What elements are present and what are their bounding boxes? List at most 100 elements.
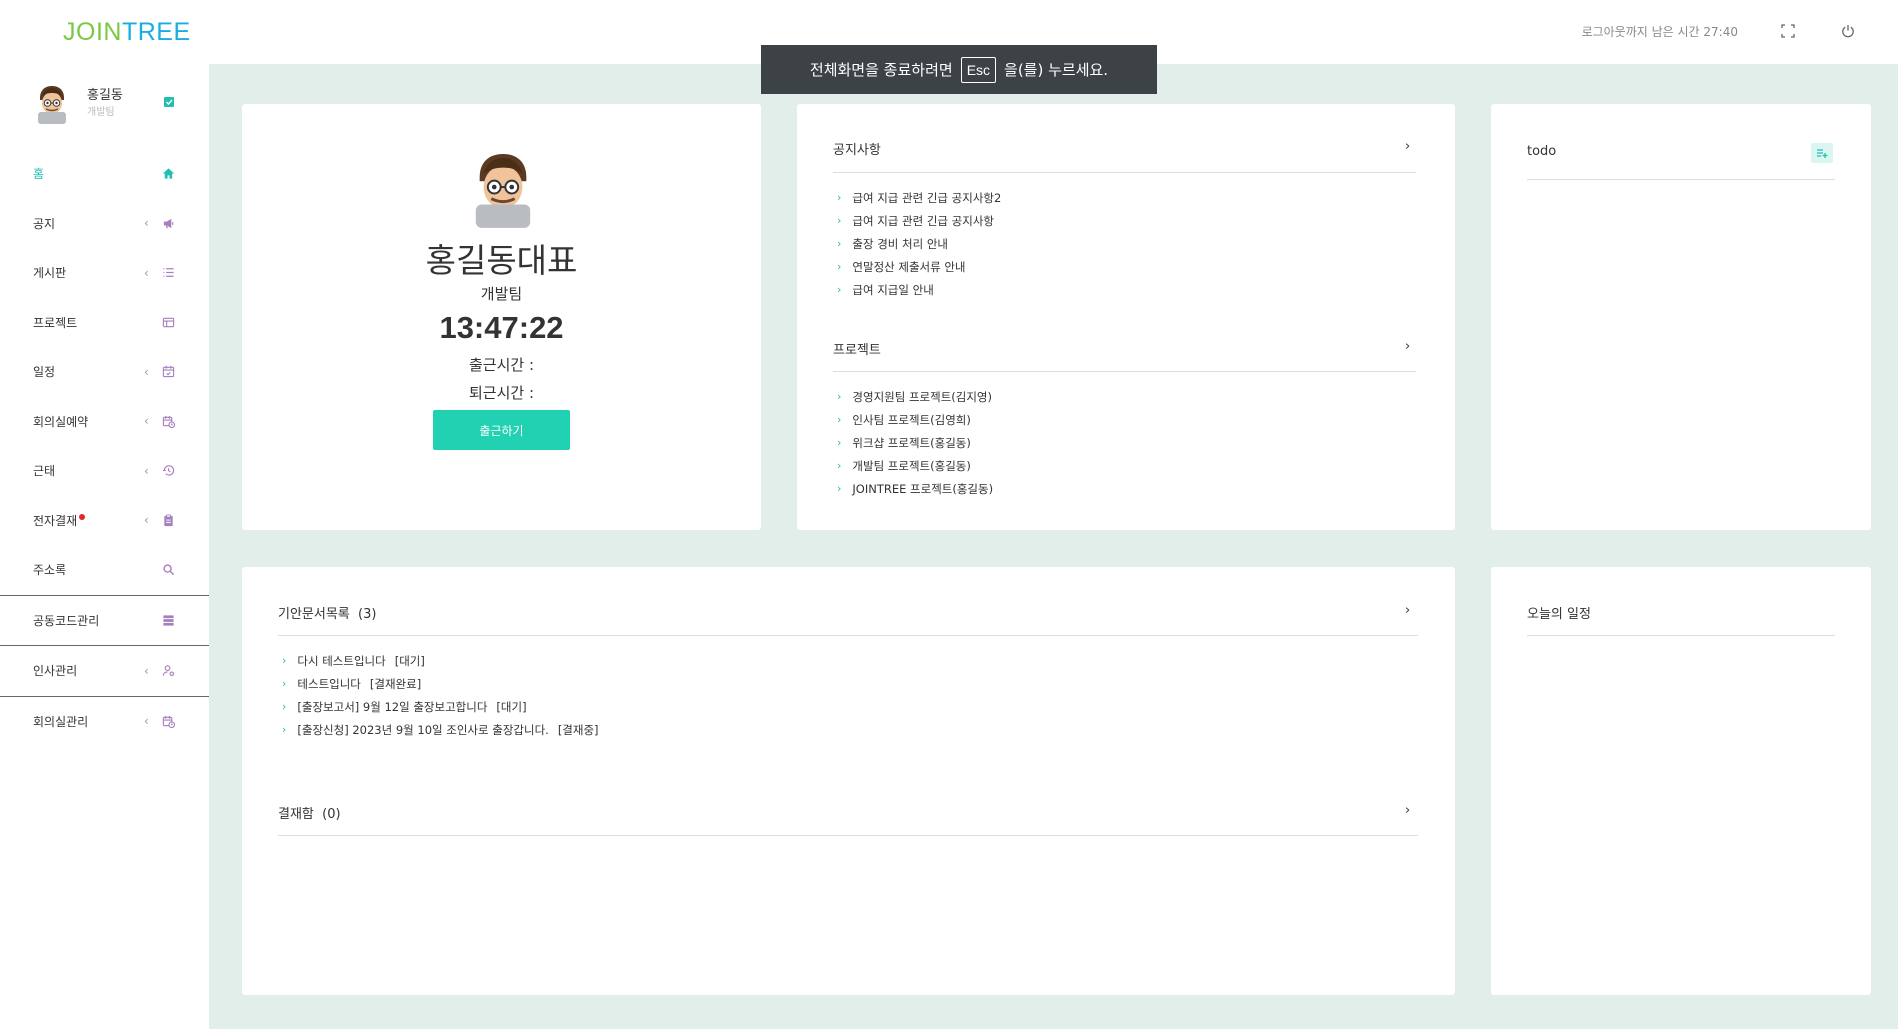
list-item[interactable]: › 급여 지급 관련 긴급 공지사항2: [837, 186, 1001, 209]
chevron-right-icon[interactable]: ›: [1405, 339, 1410, 354]
todo-title: todo: [1527, 144, 1557, 159]
list-item[interactable]: › 연말정산 제출서류 안내: [837, 255, 1001, 278]
calendar-clock-icon: [160, 413, 176, 429]
chevron-right-icon[interactable]: ›: [1405, 803, 1410, 818]
home-icon: [160, 166, 176, 182]
schedule-title: 오늘의 일정: [1527, 607, 1591, 622]
checkout-time-label: 퇴근시간 :: [468, 384, 535, 402]
documents-card: 기안문서목록 (3) › › 다시 테스트입니다 [대기] › 테스트입니다 [결재완료…: [242, 567, 1455, 995]
chevron-right-icon: ›: [282, 700, 287, 713]
sidebar-item-label: 인사관리: [33, 664, 78, 679]
sidebar-item-label: 홈: [33, 167, 45, 182]
sidebar-item-notice[interactable]: 공지 ‹: [0, 199, 209, 249]
approvals-count: (0): [322, 807, 341, 822]
list-item[interactable]: › JOINTREE 프로젝트(홍길동): [837, 477, 993, 500]
logo-part-tree: TREE: [121, 18, 191, 46]
list-item[interactable]: › 테스트입니다 [결재완료]: [282, 672, 599, 695]
sidebar-item-label: 회의실예약: [33, 414, 89, 429]
sidebar-item-label: 주소록: [33, 563, 67, 578]
user-display-name: 홍길동대표: [425, 241, 578, 280]
user-team: 개발팀: [480, 285, 523, 303]
divider: [833, 371, 1416, 372]
chevron-left-icon: ‹: [144, 663, 149, 678]
sidebar-item-label: 일정: [33, 365, 56, 380]
chevron-right-icon[interactable]: ›: [1405, 139, 1410, 154]
drafts-title[interactable]: 기안문서목록 (3): [278, 603, 376, 622]
chevron-left-icon: ‹: [144, 714, 149, 729]
divider: [1527, 179, 1835, 180]
history-icon: [160, 463, 176, 479]
chevron-right-icon: ›: [837, 260, 842, 273]
fullscreen-icon[interactable]: [1779, 22, 1797, 40]
approvals-title[interactable]: 결재함 (0): [278, 803, 341, 822]
sidebar-item-address-book[interactable]: 주소록: [0, 545, 209, 595]
chevron-right-icon[interactable]: ›: [1405, 603, 1410, 618]
status-badge: [대기]: [496, 699, 527, 714]
sidebar-item-label: 프로젝트: [33, 315, 78, 330]
search-icon: [160, 562, 176, 578]
chevron-left-icon: ‹: [144, 265, 149, 280]
chevron-right-icon: ›: [837, 283, 842, 296]
sidebar-item-board[interactable]: 게시판 ‹: [0, 248, 209, 298]
sidebar-item-attendance[interactable]: 근태 ‹: [0, 446, 209, 496]
esc-key-badge: Esc: [960, 56, 997, 83]
sidebar-item-label: 전자결재: [33, 512, 86, 529]
user-settings-icon: [160, 663, 176, 679]
logout-timer: 로그아웃까지 남은 시간 27:40: [1581, 25, 1738, 39]
power-icon[interactable]: [1839, 22, 1857, 40]
list-item[interactable]: › [출장보고서] 9월 12일 출장보고합니다 [대기]: [282, 695, 599, 718]
sidebar-item-label: 공동코드관리: [33, 613, 100, 628]
sidebar-item-room-admin[interactable]: 회의실관리 ‹: [0, 697, 209, 747]
notice-list: › 급여 지급 관련 긴급 공지사항2 › 급여 지급 관련 긴급 공지사항 › 출장…: [837, 186, 1001, 301]
avatar: [468, 149, 538, 229]
drafts-list: › 다시 테스트입니다 [대기] › 테스트입니다 [결재완료] › [출장보고서] 9월…: [282, 649, 599, 741]
divider: [833, 172, 1416, 173]
list-item[interactable]: › 개발팀 프로젝트(홍길동): [837, 454, 993, 477]
projects-title[interactable]: 프로젝트: [833, 339, 881, 358]
checkin-time-label: 출근시간 :: [468, 356, 535, 374]
list-item[interactable]: › [출장신청] 2023년 9월 10일 조인사로 출장갑니다. [결재중]: [282, 718, 599, 741]
list-item[interactable]: › 급여 지급일 안내: [837, 278, 1001, 301]
toast-text-after: 을(를) 누르세요.: [1004, 61, 1109, 79]
sidebar-item-label: 근태: [33, 464, 56, 479]
list-item[interactable]: › 위크샵 프로젝트(홍길동): [837, 431, 993, 454]
chevron-right-icon: ›: [837, 459, 842, 472]
sidebar-item-label: 회의실관리: [33, 714, 89, 729]
chevron-right-icon: ›: [282, 677, 287, 690]
playlist-add-icon[interactable]: [1811, 143, 1833, 163]
checkbox-marked-icon[interactable]: [162, 94, 176, 108]
sidebar-item-project[interactable]: 프로젝트: [0, 298, 209, 348]
chevron-left-icon: ‹: [144, 414, 149, 429]
chevron-left-icon: ‹: [144, 463, 149, 478]
current-time-clock: 13:47:22: [439, 310, 564, 345]
sidebar-item-approval[interactable]: 전자결재 ‹: [0, 496, 209, 546]
chevron-left-icon: ‹: [144, 364, 149, 379]
notice-project-card: 공지사항 › › 급여 지급 관련 긴급 공지사항2 › 급여 지급 관련 긴급 공…: [797, 104, 1455, 530]
chevron-right-icon: ›: [282, 654, 287, 667]
list-item[interactable]: › 출장 경비 처리 안내: [837, 232, 1001, 255]
logo-part-join: JOIN: [63, 18, 122, 46]
status-badge: [결재완료]: [369, 676, 422, 691]
sidebar-item-room-reservation[interactable]: 회의실예약 ‹: [0, 397, 209, 447]
sidebar-menu: 홈 공지 ‹ 게시판 ‹ 프로젝트 일정 ‹ 회의실예약 ‹ 근태 ‹ 전자결재…: [0, 149, 209, 746]
logo[interactable]: JOINTREE: [63, 18, 191, 47]
sidebar: 홍길동 개발팀 홈 공지 ‹ 게시판 ‹ 프로젝트 일정 ‹ 회의실예약 ‹ 근…: [0, 64, 209, 1029]
projects-list: › 경영지원팀 프로젝트(김지영) › 인사팀 프로젝트(김영희) › 위크샵 프로젝…: [837, 385, 993, 500]
avatar: [34, 84, 70, 124]
notice-title[interactable]: 공지사항: [833, 139, 881, 158]
sidebar-item-hr[interactable]: 인사관리 ‹: [0, 646, 209, 696]
sidebar-item-schedule[interactable]: 일정 ‹: [0, 347, 209, 397]
list-item[interactable]: › 다시 테스트입니다 [대기]: [282, 649, 599, 672]
divider: [278, 635, 1418, 636]
profile-card: 홍길동대표 개발팀 13:47:22 출근시간 : 퇴근시간 : 출근하기: [242, 104, 761, 530]
divider: [1527, 635, 1835, 636]
chevron-right-icon: ›: [837, 413, 842, 426]
sidebar-item-common-code[interactable]: 공동코드관리: [0, 596, 209, 646]
chevron-right-icon: ›: [282, 723, 287, 736]
checkin-button[interactable]: 출근하기: [433, 410, 570, 450]
status-badge: [대기]: [394, 653, 425, 668]
list-item[interactable]: › 경영지원팀 프로젝트(김지영): [837, 385, 993, 408]
list-item[interactable]: › 급여 지급 관련 긴급 공지사항: [837, 209, 1001, 232]
list-item[interactable]: › 인사팀 프로젝트(김영희): [837, 408, 993, 431]
sidebar-item-home[interactable]: 홈: [0, 149, 209, 199]
